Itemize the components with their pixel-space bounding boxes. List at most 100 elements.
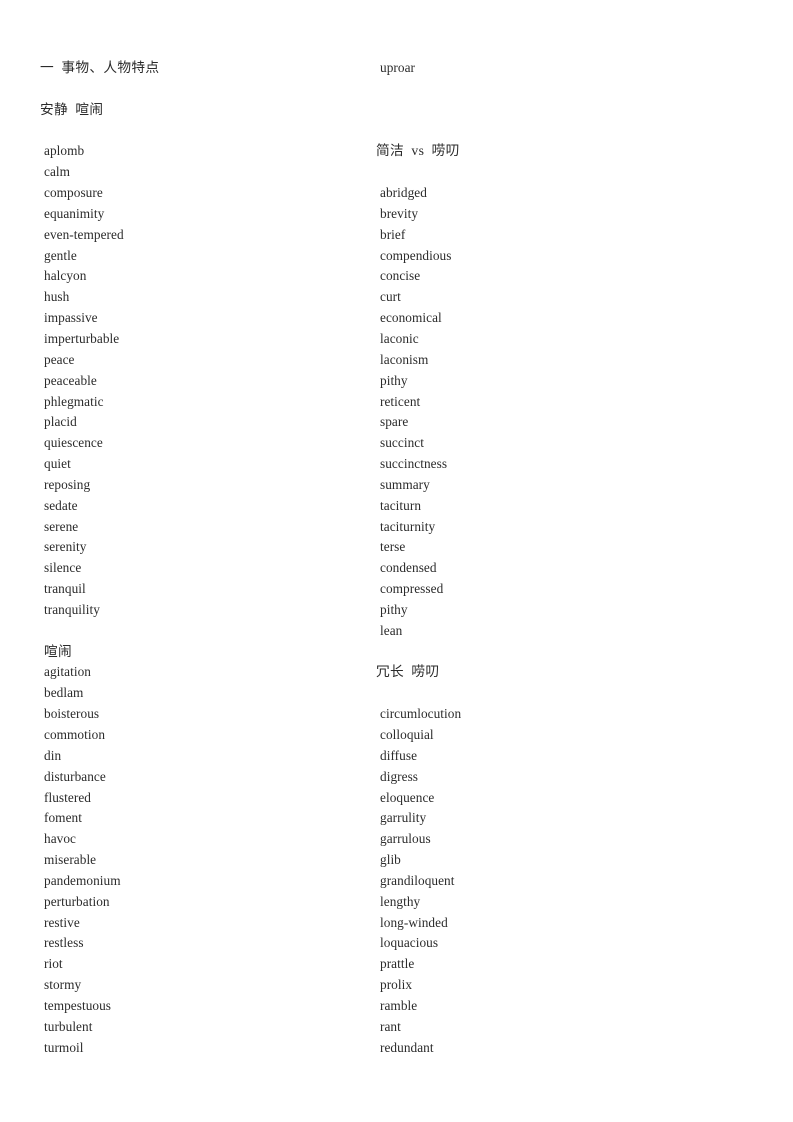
- vocabulary-word: miserable: [44, 852, 97, 868]
- vocabulary-word: tempestuous: [44, 997, 112, 1013]
- vocabulary-word: lean: [380, 622, 403, 638]
- left-heading-quiet-vs-noisy: 安静 喧闹: [40, 101, 104, 117]
- vocabulary-word: pandemonium: [44, 872, 121, 888]
- vocabulary-word: abridged: [380, 185, 427, 201]
- vocabulary-word: turmoil: [44, 1039, 84, 1055]
- vocabulary-word: curt: [380, 289, 401, 305]
- vocabulary-word: brief: [380, 226, 406, 242]
- vocabulary-word: laconism: [380, 351, 429, 367]
- right-continued-word: uproar: [380, 60, 416, 75]
- vocabulary-word: tranquil: [44, 581, 86, 597]
- vocabulary-word: succinctness: [380, 456, 448, 472]
- vocabulary-word: succinct: [380, 435, 424, 451]
- vocabulary-word: peaceable: [44, 372, 97, 388]
- vocabulary-word: taciturn: [380, 497, 422, 513]
- vocabulary-word: terse: [380, 539, 406, 555]
- vocabulary-word: circumlocution: [380, 706, 462, 722]
- vocabulary-word: pithy: [380, 372, 408, 388]
- vocabulary-word: boisterous: [44, 706, 100, 722]
- vocabulary-word: digress: [380, 768, 419, 784]
- vocabulary-word: halcyon: [44, 268, 87, 284]
- vocabulary-word: impassive: [44, 310, 98, 326]
- vocabulary-word: rant: [380, 1018, 401, 1034]
- vocabulary-word: havoc: [44, 831, 76, 847]
- vocabulary-word: compendious: [380, 247, 452, 263]
- vocabulary-word: garrulous: [380, 831, 431, 847]
- vocabulary-word: composure: [44, 185, 103, 201]
- vocabulary-word: riot: [44, 956, 63, 972]
- right-word-list-concise: abridged brevity brief compendious concise cu…: [376, 183, 793, 642]
- vocabulary-word: laconic: [380, 330, 419, 346]
- vocabulary-word: silence: [44, 560, 82, 576]
- vocabulary-word: sedate: [44, 497, 78, 513]
- vocabulary-word: taciturnity: [380, 518, 436, 534]
- vocabulary-word: perturbation: [44, 893, 110, 909]
- vocabulary-word: concise: [380, 268, 421, 284]
- two-column-layout: 一 事物、人物特点 安静 喧闹 aplomb calm composure equan…: [0, 58, 793, 1059]
- vocabulary-word: phlegmatic: [44, 393, 104, 409]
- vocabulary-word: restless: [44, 935, 84, 951]
- vocabulary-word: long-winded: [380, 914, 448, 930]
- vocabulary-word: restive: [44, 914, 80, 930]
- vocabulary-word: redundant: [380, 1039, 434, 1055]
- vocabulary-word: aplomb: [44, 143, 85, 159]
- vocabulary-word: reposing: [44, 476, 91, 492]
- right-heading-verbose: 冗长 唠叨: [376, 664, 440, 680]
- vocabulary-word: grandiloquent: [380, 872, 455, 888]
- vocabulary-word: quiet: [44, 456, 71, 472]
- vocabulary-word: turbulent: [44, 1018, 93, 1034]
- vocabulary-word: calm: [44, 164, 71, 180]
- vocabulary-word: prattle: [380, 956, 415, 972]
- vocabulary-word: reticent: [380, 393, 421, 409]
- right-word-list-verbose: circumlocution colloquial diffuse digress el…: [376, 704, 793, 1058]
- vocabulary-word: glib: [380, 852, 401, 868]
- vocabulary-word: imperturbable: [44, 330, 120, 346]
- vocabulary-word: spare: [380, 414, 409, 430]
- vocabulary-word: pithy: [380, 601, 408, 617]
- vocabulary-word: bedlam: [44, 685, 84, 701]
- vocabulary-word: hush: [44, 289, 70, 305]
- right-heading-concise-vs-verbose: 简洁 vs 唠叨: [376, 143, 460, 159]
- vocabulary-word: eloquence: [380, 789, 435, 805]
- left-heading-noisy: 喧闹: [44, 643, 72, 659]
- vocabulary-word: disturbance: [44, 768, 106, 784]
- section-title: 一 事物、人物特点: [40, 60, 160, 75]
- vocabulary-word: summary: [380, 476, 430, 492]
- vocabulary-word: stormy: [44, 977, 82, 993]
- left-column: 一 事物、人物特点 安静 喧闹 aplomb calm composure equan…: [0, 58, 368, 1059]
- vocabulary-word: diffuse: [380, 747, 418, 763]
- vocabulary-word: agitation: [44, 664, 91, 680]
- vocabulary-word: equanimity: [44, 205, 105, 221]
- vocabulary-word: quiescence: [44, 435, 103, 451]
- vocabulary-word: garrulity: [380, 810, 427, 826]
- left-word-list-noisy: agitation bedlam boisterous commotion din dis…: [40, 662, 368, 1058]
- vocabulary-word: loquacious: [380, 935, 439, 951]
- vocabulary-word: colloquial: [380, 727, 434, 742]
- vocabulary-word: economical: [380, 310, 442, 326]
- left-word-list-quiet: aplomb calm composure equanimity even-temper…: [40, 141, 368, 620]
- vocabulary-word: condensed: [380, 560, 437, 576]
- vocabulary-word: peace: [44, 351, 75, 367]
- vocabulary-word: flustered: [44, 789, 91, 805]
- vocabulary-word: serenity: [44, 539, 87, 555]
- document-page: 一 事物、人物特点 安静 喧闹 aplomb calm composure equan…: [0, 0, 793, 1122]
- vocabulary-word: compressed: [380, 581, 444, 597]
- vocabulary-word: placid: [44, 414, 77, 430]
- vocabulary-word: serene: [44, 518, 79, 534]
- right-column: uproar 简洁 vs 唠叨 abridged brevity brief comp…: [368, 58, 793, 1059]
- vocabulary-word: foment: [44, 810, 82, 826]
- vocabulary-word: brevity: [380, 205, 419, 221]
- vocabulary-word: even-tempered: [44, 226, 124, 242]
- vocabulary-word: prolix: [380, 977, 413, 993]
- vocabulary-word: gentle: [44, 247, 77, 263]
- vocabulary-word: lengthy: [380, 893, 421, 909]
